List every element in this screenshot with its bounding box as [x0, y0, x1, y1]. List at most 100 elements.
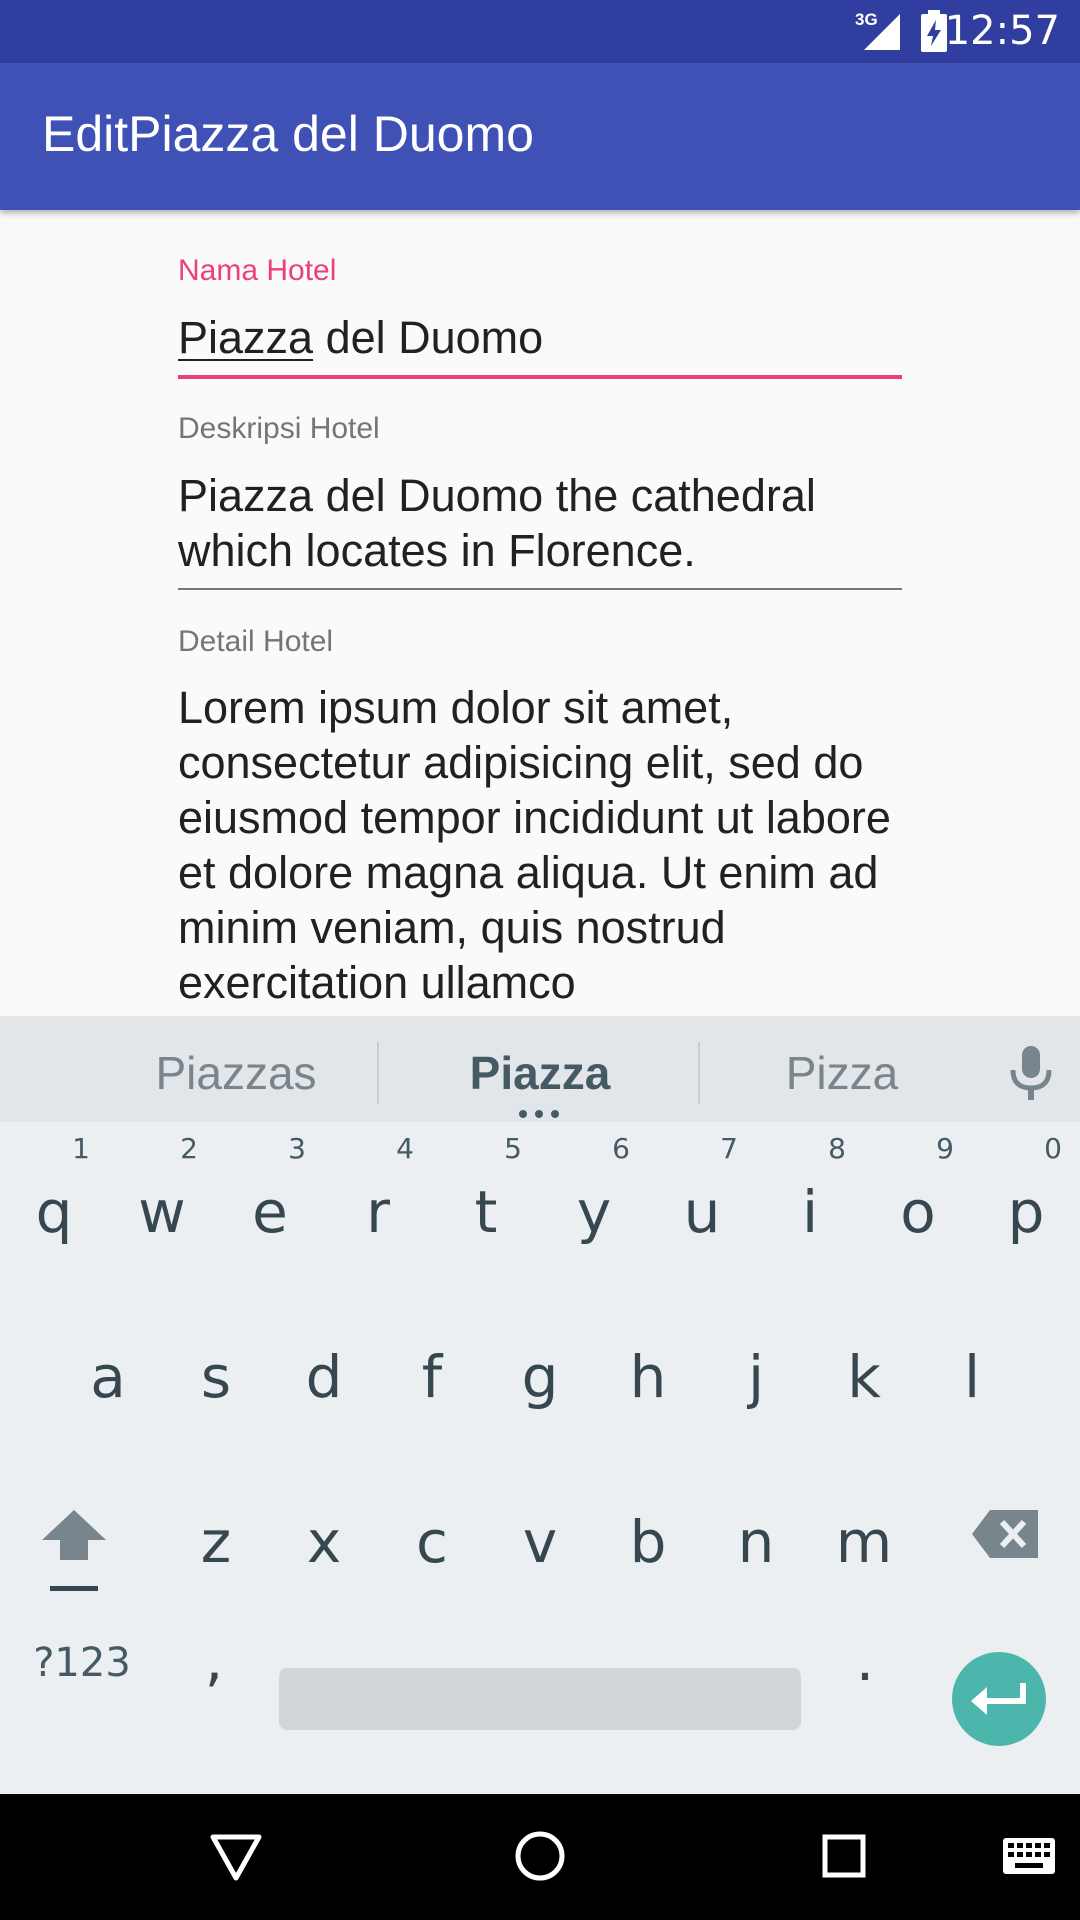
key-label: v	[522, 1508, 558, 1576]
soft-keyboard: Piazzas Piazza Pizza 1q2w3e4r5t6y7u8i9o0…	[0, 1016, 1080, 1794]
key-c[interactable]: c	[378, 1456, 486, 1616]
key-label: r	[366, 1178, 390, 1246]
key-v[interactable]: v	[486, 1456, 594, 1616]
key-label: a	[90, 1343, 126, 1411]
space-bar[interactable]	[279, 1668, 801, 1730]
key-label: s	[200, 1343, 232, 1411]
hotel-name-underline	[178, 375, 902, 379]
app-bar: EditPiazza del Duomo	[0, 63, 1080, 210]
key-p[interactable]: 0p	[972, 1126, 1080, 1286]
home-icon[interactable]	[514, 1830, 566, 1882]
key-d[interactable]: d	[270, 1291, 378, 1451]
back-icon[interactable]	[210, 1834, 262, 1882]
hotel-detail-input[interactable]: Lorem ipsum dolor sit amet, consectetur …	[178, 680, 898, 1010]
hotel-detail-label: Detail Hotel	[178, 625, 334, 658]
key-m[interactable]: m	[810, 1456, 918, 1616]
navigation-bar	[0, 1794, 1080, 1920]
key-a[interactable]: a	[54, 1291, 162, 1451]
key-label: h	[629, 1343, 667, 1411]
key-i[interactable]: 8i	[756, 1126, 864, 1286]
suggestion-2[interactable]: Piazza	[420, 1046, 660, 1100]
key-j[interactable]: j	[702, 1291, 810, 1451]
key-label: f	[421, 1343, 443, 1411]
key-label: g	[521, 1343, 559, 1411]
key-hint: 1	[72, 1132, 90, 1165]
microphone-icon[interactable]	[1009, 1046, 1053, 1102]
edit-hotel-form: Nama Hotel Piazza del Duomo Deskripsi Ho…	[0, 210, 1080, 1016]
backspace-icon[interactable]	[972, 1510, 1038, 1558]
symbols-key[interactable]: ?123	[18, 1640, 146, 1686]
key-label: q	[35, 1178, 73, 1246]
composing-word: Piazza	[178, 312, 314, 363]
enter-icon	[971, 1683, 1026, 1715]
period-key[interactable]: .	[835, 1626, 895, 1694]
signal-icon	[864, 14, 900, 50]
key-label: z	[200, 1508, 232, 1576]
key-t[interactable]: 5t	[432, 1126, 540, 1286]
key-g[interactable]: g	[486, 1291, 594, 1451]
key-label: m	[835, 1508, 893, 1576]
key-hint: 2	[180, 1132, 198, 1165]
key-b[interactable]: b	[594, 1456, 702, 1616]
suggestion-divider	[377, 1042, 379, 1104]
key-label: y	[576, 1178, 612, 1246]
key-label: u	[683, 1178, 721, 1246]
hotel-name-rest: del Duomo	[313, 312, 544, 363]
hotel-description-underline	[178, 588, 902, 590]
suggestion-3[interactable]: Pizza	[722, 1046, 962, 1100]
key-h[interactable]: h	[594, 1291, 702, 1451]
key-label: x	[306, 1508, 342, 1576]
key-hint: 7	[720, 1132, 738, 1165]
suggestion-divider	[698, 1042, 700, 1104]
hotel-name-label: Nama Hotel	[178, 254, 337, 287]
key-k[interactable]: k	[810, 1291, 918, 1451]
page-title: EditPiazza del Duomo	[42, 106, 534, 162]
suggestion-strip: Piazzas Piazza Pizza	[0, 1016, 1080, 1122]
key-label: b	[629, 1508, 667, 1576]
key-o[interactable]: 9o	[864, 1126, 972, 1286]
key-label: k	[847, 1343, 881, 1411]
key-label: i	[801, 1178, 819, 1246]
key-label: n	[737, 1508, 775, 1576]
status-bar: 3G 12:57	[0, 0, 1080, 63]
key-hint: 3	[288, 1132, 306, 1165]
key-u[interactable]: 7u	[648, 1126, 756, 1286]
more-suggestions-icon	[519, 1110, 559, 1118]
key-label: l	[963, 1343, 981, 1411]
comma-key[interactable]: ,	[184, 1626, 244, 1694]
key-hint: 6	[612, 1132, 630, 1165]
key-label: w	[138, 1178, 186, 1246]
shift-icon[interactable]	[42, 1510, 106, 1594]
recents-icon[interactable]	[822, 1834, 866, 1878]
key-hint: 9	[936, 1132, 954, 1165]
key-hint: 4	[396, 1132, 414, 1165]
clock: 12:57	[944, 8, 1060, 54]
key-w[interactable]: 2w	[108, 1126, 216, 1286]
key-hint: 8	[828, 1132, 846, 1165]
suggestion-1[interactable]: Piazzas	[118, 1046, 354, 1100]
enter-key[interactable]	[952, 1652, 1046, 1746]
hotel-description-input[interactable]: Piazza del Duomo the cathedral which loc…	[178, 468, 898, 578]
key-z[interactable]: z	[162, 1456, 270, 1616]
key-hint: 0	[1044, 1132, 1062, 1165]
key-r[interactable]: 4r	[324, 1126, 432, 1286]
key-y[interactable]: 6y	[540, 1126, 648, 1286]
key-f[interactable]: f	[378, 1291, 486, 1451]
keyboard-switch-icon[interactable]	[1003, 1838, 1055, 1874]
key-e[interactable]: 3e	[216, 1126, 324, 1286]
key-x[interactable]: x	[270, 1456, 378, 1616]
key-label: d	[305, 1343, 343, 1411]
key-n[interactable]: n	[702, 1456, 810, 1616]
key-hint: 5	[504, 1132, 522, 1165]
key-label: t	[474, 1178, 498, 1246]
key-label: p	[1007, 1178, 1045, 1246]
key-label: j	[747, 1343, 765, 1411]
hotel-description-label: Deskripsi Hotel	[178, 412, 380, 445]
hotel-name-input[interactable]: Piazza del Duomo	[178, 310, 898, 365]
key-q[interactable]: 1q	[0, 1126, 108, 1286]
key-label: e	[252, 1178, 288, 1246]
key-label: c	[416, 1508, 448, 1576]
key-s[interactable]: s	[162, 1291, 270, 1451]
key-label: o	[900, 1178, 936, 1246]
key-l[interactable]: l	[918, 1291, 1026, 1451]
